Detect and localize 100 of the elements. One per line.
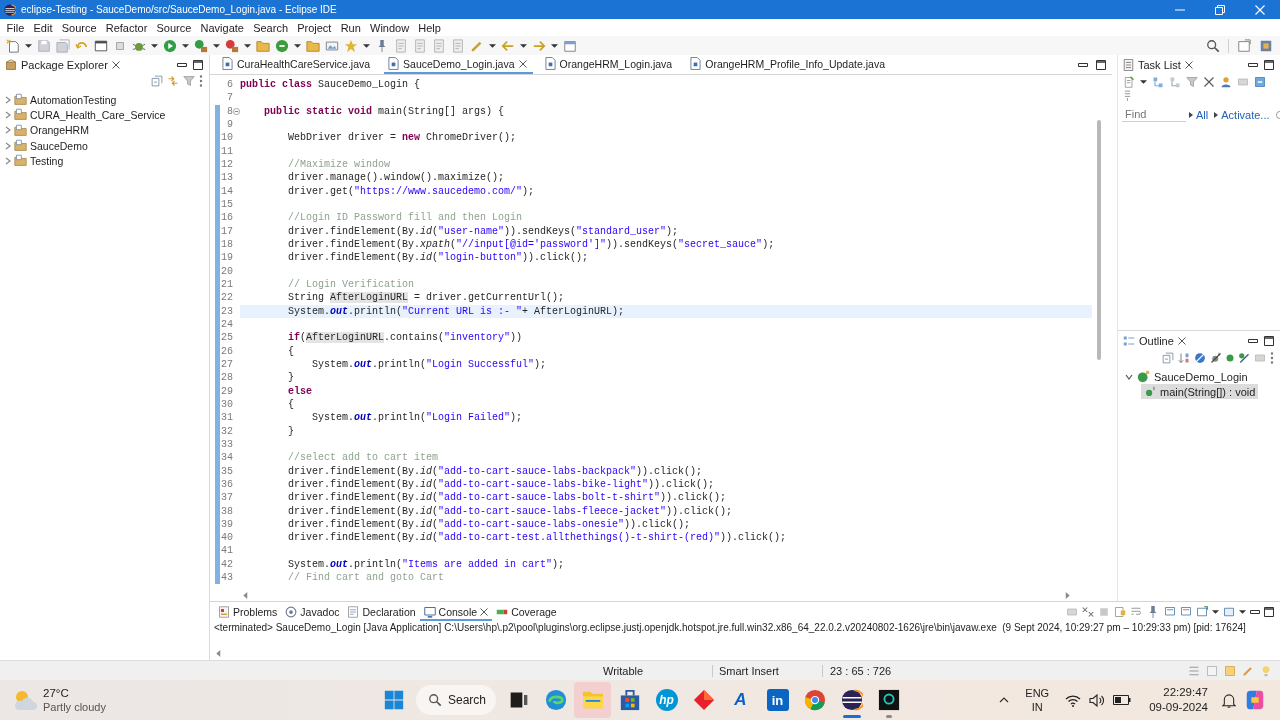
close-icon[interactable] (1177, 336, 1186, 345)
menu-item[interactable]: Refactor (101, 21, 152, 34)
view-menu-icon[interactable] (199, 75, 203, 87)
word-wrap-icon[interactable] (1130, 605, 1142, 618)
document-icon[interactable] (432, 38, 446, 53)
scroll-left-icon[interactable] (243, 591, 248, 599)
window-icon[interactable] (1206, 664, 1218, 677)
outline-item[interactable]: main(String[]) : void (1141, 384, 1259, 399)
menu-item[interactable]: Edit (28, 21, 58, 34)
new-file-icon[interactable] (6, 38, 20, 53)
image-icon[interactable] (325, 38, 339, 53)
folder-icon[interactable] (306, 38, 320, 53)
window-frame-icon[interactable] (94, 38, 108, 53)
caret-icon[interactable] (1239, 609, 1246, 614)
minimize-icon[interactable] (1248, 62, 1258, 67)
restore-icon[interactable] (1215, 4, 1225, 15)
expand-icon[interactable] (5, 126, 11, 135)
note-icon[interactable] (1224, 664, 1236, 677)
close-icon[interactable] (111, 60, 120, 69)
forward-arrow-icon[interactable] (532, 38, 546, 53)
slashed-circle-icon[interactable] (1194, 352, 1206, 364)
menu-item[interactable]: Navigate (195, 21, 249, 34)
remove-all-icon[interactable] (1082, 605, 1094, 618)
framed-square-icon[interactable] (1259, 38, 1273, 53)
scrollbar-thumb[interactable] (1097, 120, 1101, 360)
outline-item[interactable]: SauceDemo_Login (1118, 369, 1251, 384)
hierarchy-icon[interactable] (1152, 75, 1164, 88)
minus-tile-icon[interactable] (1254, 75, 1266, 88)
editor-tab[interactable]: SauceDemo_Login.java (384, 55, 533, 74)
maximize-icon[interactable] (1096, 59, 1106, 70)
collapse-all-icon[interactable] (1162, 352, 1174, 364)
caret-icon[interactable] (489, 43, 496, 48)
expand-icon[interactable] (5, 141, 11, 150)
caret-icon[interactable] (25, 43, 32, 48)
minimize-icon[interactable] (177, 62, 187, 67)
show-error-icon[interactable] (1180, 605, 1192, 618)
dot-slash-icon[interactable] (1238, 352, 1250, 364)
editor-tab[interactable]: CuraHealthCareService.java (218, 55, 377, 74)
blank-tile-icon[interactable] (1066, 605, 1078, 618)
list-icon[interactable] (1188, 664, 1200, 677)
circle-box-icon[interactable] (225, 38, 239, 53)
menu-item[interactable]: Project (292, 21, 337, 34)
maximize-icon[interactable] (1264, 59, 1274, 70)
find-field[interactable]: Find (1122, 107, 1186, 122)
lines-icon[interactable] (1124, 89, 1131, 101)
caret-icon[interactable] (1212, 609, 1219, 614)
new-task-icon[interactable] (1123, 75, 1135, 88)
caret-icon[interactable] (182, 43, 189, 48)
filter-link[interactable]: All (1196, 108, 1209, 121)
window-corner-icon[interactable] (1237, 38, 1251, 53)
view-tab[interactable]: Problems (214, 602, 282, 621)
minimize-icon[interactable] (1250, 609, 1260, 614)
new-window-icon[interactable] (563, 38, 577, 53)
caret-icon[interactable] (363, 43, 370, 48)
fold-minus-icon[interactable] (233, 107, 240, 115)
expand-icon[interactable] (5, 110, 11, 119)
circle-box-icon[interactable] (194, 38, 208, 53)
view-tab[interactable]: Coverage (492, 602, 561, 621)
caret-icon[interactable] (1140, 79, 1147, 84)
caret-icon[interactable] (520, 43, 527, 48)
expand-icon[interactable] (5, 95, 11, 104)
caret-icon[interactable] (213, 43, 220, 48)
save-icon[interactable] (37, 38, 51, 53)
hierarchy-icon[interactable] (1169, 75, 1181, 88)
collapse-all-icon[interactable] (151, 75, 163, 87)
project-tree-item[interactable]: OrangeHRM (0, 122, 89, 138)
chevron-up-icon[interactable] (999, 697, 1010, 703)
close-icon[interactable] (480, 607, 489, 616)
document-icon[interactable] (413, 38, 427, 53)
caret-icon[interactable] (551, 43, 558, 48)
blank-tile-icon[interactable] (1237, 75, 1249, 88)
pencil-icon[interactable] (1242, 664, 1254, 677)
sort-icon[interactable] (1178, 352, 1190, 364)
project-tree-item[interactable]: AutomationTesting (0, 92, 117, 108)
maximize-icon[interactable] (1264, 335, 1274, 346)
menu-item[interactable]: Source (151, 21, 196, 34)
help-icon[interactable] (1275, 110, 1280, 119)
view-tab[interactable]: Package Explorer (3, 58, 122, 71)
bell-icon[interactable] (1222, 692, 1236, 708)
maximize-icon[interactable] (193, 59, 203, 70)
show-output-icon[interactable] (1164, 605, 1176, 618)
clock-date[interactable]: 09-09-2024 (1149, 700, 1208, 715)
editor-tab[interactable]: OrangeHRM_Profile_Info_Update.java (686, 55, 891, 74)
run-icon[interactable] (163, 38, 177, 53)
volume-icon[interactable] (1089, 693, 1106, 707)
minimize-icon[interactable] (1078, 62, 1088, 67)
search-button[interactable]: Search (416, 685, 496, 715)
filter-icon[interactable] (1186, 75, 1198, 88)
editor-tab[interactable]: OrangeHRM_Login.java (540, 55, 679, 74)
project-tree-item[interactable]: SauceDemo (0, 137, 88, 154)
scroll-lock-icon[interactable] (1114, 605, 1126, 618)
split-logo-icon[interactable] (1244, 689, 1266, 711)
blank-tile-icon[interactable] (1254, 352, 1266, 364)
star-icon[interactable] (344, 38, 358, 53)
scroll-right-icon[interactable] (1065, 591, 1070, 599)
view-tab[interactable]: Declaration (343, 602, 420, 621)
search-icon[interactable] (1206, 38, 1220, 53)
scroll-left-icon[interactable] (216, 650, 221, 657)
close-icon[interactable] (518, 59, 527, 68)
view-tab[interactable]: Javadoc (281, 602, 344, 621)
